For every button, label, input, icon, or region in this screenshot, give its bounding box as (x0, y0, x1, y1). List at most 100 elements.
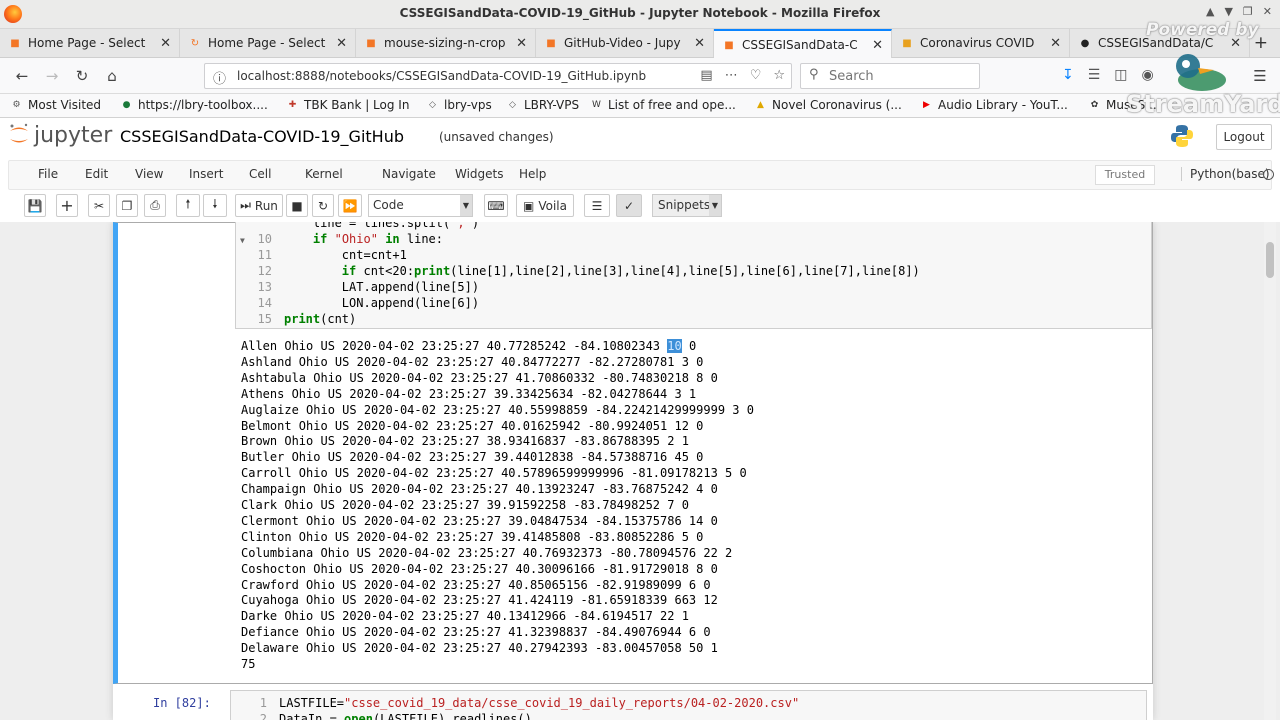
streamyard-duck-logo (1176, 54, 1226, 91)
pocket-icon[interactable]: ♡ (750, 68, 762, 83)
copy-icon[interactable]: ❐ (116, 194, 138, 217)
bookmark-item[interactable]: ● https://lbry-toolbox.... (120, 98, 268, 112)
browser-tab[interactable]: ■ Home Page - Select ✕ (0, 29, 180, 57)
bookmark-item[interactable]: ⚙ Most Visited (10, 98, 101, 112)
close-window-icon[interactable]: ✕ (1263, 5, 1272, 18)
page-scrollbar[interactable] (1264, 222, 1276, 720)
list-icon[interactable]: ☰ (584, 194, 610, 217)
window-title: CSSEGISandData-COVID-19_GitHub - Jupyter… (399, 6, 881, 20)
downloads-icon[interactable]: ↧ (1062, 67, 1074, 83)
bookmark-item[interactable]: ▲ Novel Coronavirus (... (754, 98, 902, 112)
account-icon[interactable]: ◉ (1142, 67, 1154, 83)
paste-icon[interactable]: ⎙ (144, 194, 166, 217)
sidebar-icon[interactable]: ◫ (1114, 67, 1127, 83)
reader-view-icon[interactable]: ▤ (700, 68, 712, 83)
interrupt-icon[interactable]: ■ (286, 194, 308, 217)
menu-navigate[interactable]: Navigate (382, 167, 436, 181)
snippets-select[interactable]: Snippets ▼ (652, 194, 722, 217)
close-tab-icon[interactable]: ✕ (160, 36, 171, 51)
bookmark-item[interactable]: ◇ lbry-vps (426, 98, 492, 112)
library-icon[interactable]: ☰ (1088, 67, 1101, 83)
bookmark-favicon-icon: ▶ (923, 100, 930, 110)
output-text: Cuyahoga Ohio US 2020-04-02 23:25:27 41.… (241, 593, 718, 608)
notebook-page: line = lines.split(",") 10 if "Ohio" in l… (113, 222, 1153, 720)
forward-icon[interactable]: → (42, 66, 62, 86)
close-tab-icon[interactable]: ✕ (872, 38, 883, 53)
code-line: 2 DataIn = open(LASTFILE).readlines() (231, 711, 1146, 720)
info-icon[interactable]: ⓘ (213, 68, 226, 87)
output-text: Clinton Ohio US 2020-04-02 23:25:27 39.4… (241, 529, 704, 544)
tab-bar: ■ Home Page - Select ✕ ↻ Home Page - Select ✕… (0, 29, 1280, 59)
insert-cell-icon[interactable]: + (56, 194, 78, 217)
menu-insert[interactable]: Insert (189, 167, 223, 181)
browser-tab[interactable]: ↻ Home Page - Select ✕ (180, 29, 356, 57)
page-actions-icon[interactable]: ⋯ (725, 68, 738, 83)
bookmark-item[interactable]: ◇ LBRY-VPS (506, 98, 579, 112)
menu-help[interactable]: Help (519, 167, 546, 181)
save-icon[interactable]: 💾 (24, 194, 46, 217)
menu-file[interactable]: File (38, 167, 58, 181)
streamyard-brand-text: StreamYard (1126, 90, 1280, 118)
run-button[interactable]: ⏭ Run (235, 194, 283, 217)
bookmark-item[interactable]: ▶ Audio Library - YouT... (920, 98, 1068, 112)
output-text: Darke Ohio US 2020-04-02 23:25:27 40.134… (241, 609, 689, 624)
close-tab-icon[interactable]: ✕ (1050, 36, 1061, 51)
cell-type-select[interactable]: Code ▼ (368, 194, 473, 217)
close-tab-icon[interactable]: ✕ (694, 36, 705, 51)
url-bar[interactable]: ⓘ localhost:8888/notebooks/CSSEGISandDat… (204, 63, 792, 89)
code-text: LASTFILE="csse_covid_19_data/csse_covid_… (279, 696, 800, 710)
code-editor[interactable]: 1 LASTFILE="csse_covid_19_data/csse_covid… (230, 690, 1147, 720)
restart-run-all-icon[interactable]: ⏩ (338, 194, 362, 217)
home-icon[interactable]: ⌂ (102, 66, 122, 86)
bookmark-item[interactable]: W List of free and ope... (590, 98, 736, 112)
minimize-icon[interactable]: ▼ (1224, 5, 1232, 18)
browser-tab[interactable]: ■ Coronavirus COVID ✕ (892, 29, 1070, 57)
close-tab-icon[interactable]: ✕ (336, 36, 347, 51)
output-line: Clark Ohio US 2020-04-02 23:25:27 39.915… (241, 497, 689, 513)
notebook-name[interactable]: CSSEGISandData-COVID-19_GitHub (120, 127, 404, 146)
browser-tab[interactable]: ■ mouse-sizing-n-crop ✕ (356, 29, 536, 57)
menu-widgets[interactable]: Widgets (455, 167, 504, 181)
code-text: DataIn = open(LASTFILE).readlines() (279, 712, 532, 720)
cut-icon[interactable]: ✂ (88, 194, 110, 217)
tab-label: Home Page - Select (28, 36, 146, 50)
scroll-up-icon[interactable]: ▲ (1206, 5, 1214, 18)
scrollbar-thumb[interactable] (1266, 242, 1274, 278)
hamburger-menu-icon[interactable]: ☰ (1250, 66, 1270, 86)
bookmark-label: Novel Coronavirus (... (772, 98, 902, 112)
code-line: 13 LAT.append(line[5]) (236, 279, 1151, 295)
selected-code-cell[interactable]: line = lines.split(",") 10 if "Ohio" in l… (113, 222, 1153, 684)
code-editor[interactable]: line = lines.split(",") 10 if "Ohio" in l… (235, 222, 1152, 329)
bookmark-label: lbry-vps (444, 98, 492, 112)
search-icon: ⚲ (809, 67, 819, 82)
close-tab-icon[interactable]: ✕ (516, 36, 527, 51)
menu-edit[interactable]: Edit (85, 167, 108, 181)
code-cell[interactable]: In [82]: 1 LASTFILE="csse_covid_19_data/c… (113, 690, 1153, 720)
menu-kernel[interactable]: Kernel (305, 167, 343, 181)
output-line: Allen Ohio US 2020-04-02 23:25:27 40.772… (241, 338, 696, 354)
tab-label: Coronavirus COVID (920, 36, 1035, 50)
maximize-icon[interactable]: ❐ (1243, 5, 1253, 18)
browser-tab[interactable]: ■ CSSEGISandData-C ✕ (714, 29, 892, 59)
back-icon[interactable]: ← (12, 66, 32, 86)
menu-view[interactable]: View (135, 167, 163, 181)
url-text[interactable]: localhost:8888/notebooks/CSSEGISandData-… (237, 69, 647, 83)
keyboard-icon[interactable]: ⌨ (484, 194, 508, 217)
logout-button[interactable]: Logout (1216, 124, 1272, 150)
reload-icon[interactable]: ↻ (72, 66, 92, 86)
browser-tab[interactable]: ■ GitHub-Video - Jupy ✕ (536, 29, 714, 57)
bookmark-item[interactable]: ✚ TBK Bank | Log In (286, 98, 410, 112)
trusted-badge[interactable]: Trusted (1095, 165, 1155, 185)
search-bar[interactable]: ⚲ (800, 63, 980, 89)
move-down-icon[interactable]: 🠗 (203, 194, 227, 217)
menu-cell[interactable]: Cell (249, 167, 271, 181)
jupyter-logo[interactable]: jupyter (8, 122, 112, 148)
search-input[interactable] (829, 67, 974, 85)
fold-arrow-icon[interactable]: ▼ (240, 236, 245, 245)
bookmark-star-icon[interactable]: ☆ (773, 68, 785, 83)
voila-button[interactable]: ▣ Voila (516, 194, 574, 217)
restart-icon[interactable]: ↻ (312, 194, 334, 217)
output-text: Crawford Ohio US 2020-04-02 23:25:27 40.… (241, 577, 711, 592)
move-up-icon[interactable]: 🠕 (176, 194, 200, 217)
check-icon[interactable]: ✓ (616, 194, 642, 217)
